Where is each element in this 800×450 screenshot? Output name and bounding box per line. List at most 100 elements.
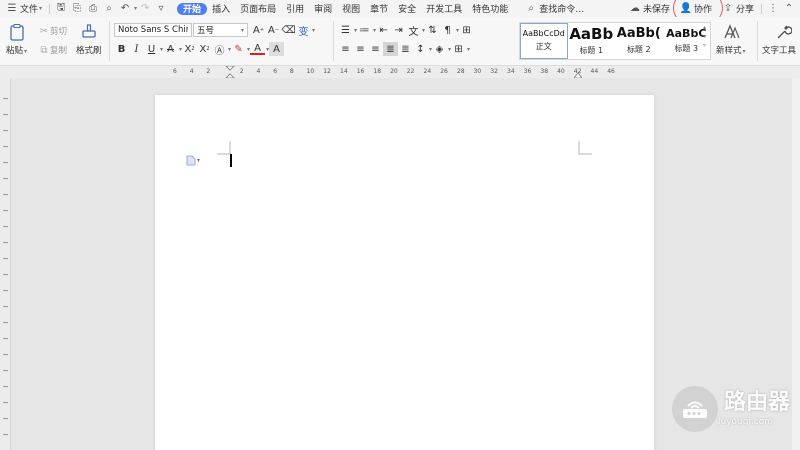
vertical-ruler[interactable] [0, 78, 11, 450]
chevron-down-icon[interactable]: ▾ [134, 5, 137, 12]
numbered-list-icon[interactable]: ≔ [357, 23, 372, 37]
chevron-down-icon[interactable]: ▾ [467, 46, 470, 53]
tab-references[interactable]: 引用 [281, 0, 309, 17]
font-size-select[interactable]: 五号 ▾ [193, 23, 248, 37]
bullet-list-icon[interactable]: ☰ [338, 23, 353, 37]
search-command[interactable]: ⌕ 查找命令… [519, 0, 588, 17]
text-tools-button[interactable]: 文字工具 [762, 23, 800, 56]
horizontal-ruler[interactable]: 6 4 2 2 4 6 8 10 12 14 16 18 20 22 24 26 28 30 32 34 36 38 40 4… [0, 66, 800, 78]
text-tools-label: 文字工具 [762, 46, 797, 56]
chevron-down-icon: ▾ [39, 5, 43, 12]
watermark-title: 路由器 [723, 389, 790, 415]
tab-features[interactable]: 特色功能 [467, 0, 513, 17]
justify-icon[interactable]: ≣ [383, 42, 398, 56]
search-icon: ⌕ [528, 3, 534, 14]
distributed-icon[interactable]: ≣ [398, 42, 413, 56]
sort-icon[interactable]: ⇅ [425, 23, 440, 37]
align-right-icon[interactable]: ≡ [368, 42, 383, 56]
clear-format-icon[interactable]: ⌫ [281, 23, 296, 37]
ruler-mark [3, 322, 8, 323]
paintbrush-icon [82, 24, 96, 38]
ruler-tick-label: 10 [306, 68, 315, 75]
cut-button[interactable]: ✂ 剪切 [38, 25, 67, 38]
ruler-mark [3, 290, 8, 291]
ruler-tick-label: 28 [456, 68, 465, 75]
chevron-down-icon[interactable]: ▾ [312, 27, 315, 34]
chevron-down-icon: ▾ [742, 48, 746, 55]
italic-icon[interactable]: I [129, 42, 144, 56]
chevron-down-icon: ▾ [24, 48, 28, 55]
tab-review[interactable]: 审阅 [309, 0, 337, 17]
font-name-select[interactable]: Noto Sans S Chir [114, 23, 192, 37]
divider [49, 3, 51, 14]
tab-view[interactable]: 视图 [337, 0, 365, 17]
vertical-scrollbar[interactable] [792, 78, 800, 450]
style-scroll-controls[interactable]: ▴ ▾ ▿ [703, 23, 706, 50]
align-left-icon[interactable]: ≡ [338, 42, 353, 56]
more-icon[interactable]: ⋮ [766, 2, 780, 15]
increase-indent-icon[interactable]: ⇥ [391, 23, 406, 37]
superscript-icon[interactable]: X2 [182, 42, 197, 56]
tab-chapter[interactable]: 章节 [365, 0, 393, 17]
ruler-tick-label: 2 [239, 68, 244, 75]
bold-icon[interactable]: B [114, 42, 129, 56]
shading-icon[interactable]: ◈ [432, 42, 447, 56]
share-label: 分享 [735, 5, 754, 15]
tab-home[interactable]: 开始 [177, 2, 208, 15]
increase-font-icon[interactable]: A + [251, 23, 266, 37]
ruler-tick-label: 14 [340, 68, 348, 75]
ruler-tick-label: 24 [423, 68, 432, 75]
indent-marker-icon[interactable] [225, 66, 235, 78]
tab-page-layout[interactable]: 页面布局 [235, 0, 281, 17]
paste-button[interactable]: 粘贴▾ [6, 23, 27, 56]
style-normal[interactable]: AaBbCcDd 正文 [520, 23, 568, 59]
print-preview-icon[interactable]: ⌕ [102, 2, 116, 15]
style-name: 正文 [535, 41, 552, 51]
style-heading-1[interactable]: AaBb 标题 1 [568, 23, 616, 59]
file-menu[interactable]: ☰ 文件 ▾ [0, 0, 46, 17]
export-pdf-icon[interactable]: ⎘ [70, 2, 84, 15]
ruler-mark [3, 434, 8, 435]
redo-icon[interactable]: ↷ [138, 2, 152, 15]
align-center-icon[interactable]: ≡ [353, 42, 368, 56]
char-shading-icon[interactable]: A [269, 42, 285, 56]
decrease-indent-icon[interactable]: ⇤ [376, 23, 391, 37]
show-marks-icon[interactable]: ¶ [440, 23, 455, 37]
share-button[interactable]: ⇪ 分享 [716, 0, 758, 17]
divider [333, 21, 334, 61]
new-style-button[interactable]: 新样式▾ [716, 23, 746, 56]
collaborate-button[interactable]: 👤 协作 [674, 0, 716, 17]
subscript-icon[interactable]: X2 [197, 42, 212, 56]
underline-icon[interactable]: U [144, 42, 159, 56]
ruler-mark [3, 210, 8, 211]
ruler-tick-label: 40 [557, 68, 565, 75]
line-spacing-icon[interactable]: ↕ [413, 42, 428, 56]
style-heading-2[interactable]: AaBb( 标题 2 [615, 23, 663, 59]
font-color-icon[interactable]: A [250, 43, 266, 55]
decrease-font-icon[interactable]: A − [266, 23, 281, 37]
tab-security[interactable]: 安全 [393, 0, 421, 17]
border-icon[interactable]: ⊞ [451, 42, 466, 56]
ruler-tick-label: 22 [406, 68, 415, 75]
unsaved-status[interactable]: ☁ 未保存 [623, 0, 674, 17]
strikethrough-icon[interactable]: A [163, 42, 178, 56]
undo-icon[interactable]: ↶ [118, 2, 132, 15]
watermark: 路由器 luyouqi.com [671, 386, 790, 432]
paragraph-options[interactable]: ▾ [186, 155, 200, 166]
font-name-value: Noto Sans S Chir [118, 25, 188, 35]
collapse-ribbon-icon[interactable]: ⌃ [782, 2, 796, 15]
save-icon[interactable]: 🖫 [54, 2, 68, 15]
tab-developer[interactable]: 开发工具 [421, 0, 467, 17]
format-painter-button[interactable]: 格式刷 [76, 23, 102, 56]
chinese-layout-icon[interactable]: 文 [406, 23, 421, 38]
phonetic-guide-icon[interactable]: 变 [296, 23, 311, 38]
ruler-mark [3, 226, 8, 227]
table-borders-icon[interactable]: ⊞ [459, 23, 474, 37]
quick-access-dropdown-icon[interactable]: ▿ [154, 2, 168, 15]
tab-insert[interactable]: 插入 [207, 0, 235, 17]
ruler-tick-label: 38 [540, 68, 549, 75]
copy-button[interactable]: ⧉ 复制 [38, 44, 67, 57]
text-effect-icon[interactable]: Ⓐ [212, 42, 227, 57]
highlight-color-icon[interactable]: ✎ [231, 42, 246, 56]
print-icon[interactable]: ⎙ [86, 2, 100, 15]
